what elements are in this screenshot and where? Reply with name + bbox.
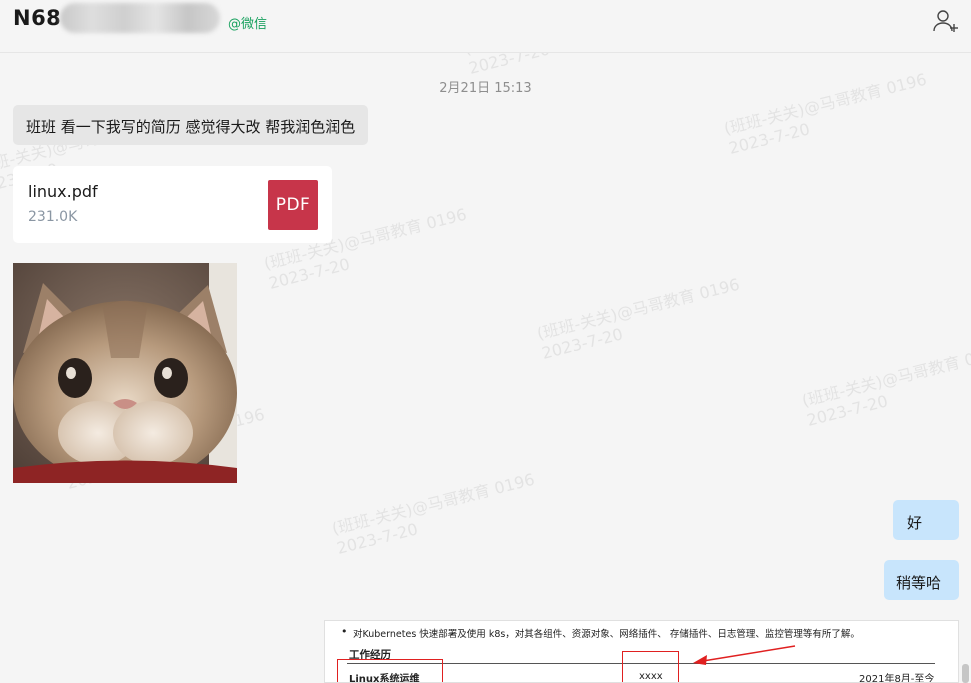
- chat-header: N68 @微信: [0, 0, 971, 53]
- watermark: (班班-关关)@马哥教育 01962023-7-20: [330, 469, 537, 558]
- annotation-box: [622, 651, 679, 682]
- annotation-box: [337, 659, 443, 682]
- cat-photo-image: [13, 263, 237, 483]
- cat-photo[interactable]: [13, 263, 237, 483]
- watermark: (班班-关关)@马哥教育 01962023-7-20: [535, 274, 742, 363]
- file-size: 231.0K: [28, 209, 78, 225]
- redacted-name-blur: [60, 3, 220, 33]
- message-bubble-outgoing[interactable]: 好: [893, 500, 959, 540]
- resume-bullet-text: 对Kubernetes 快速部署及使用 k8s，对其各组件、资源对象、网络插件、…: [341, 625, 860, 640]
- resume-screenshot[interactable]: 对Kubernetes 快速部署及使用 k8s，对其各组件、资源对象、网络插件、…: [324, 620, 959, 683]
- file-name: linux.pdf: [28, 182, 98, 201]
- chat-scrollbar[interactable]: [962, 664, 969, 683]
- file-attachment-card[interactable]: linux.pdf 231.0K PDF: [13, 166, 332, 243]
- resume-period: 2021年8月-至今: [859, 674, 935, 683]
- watermark: (班班-关关)@马哥教育 01962023-7-20: [800, 341, 971, 430]
- message-bubble-outgoing[interactable]: 稍等哈: [884, 560, 959, 600]
- annotation-arrow-icon: [693, 645, 796, 665]
- contact-name[interactable]: N68: [13, 6, 61, 30]
- add-user-icon[interactable]: [932, 9, 960, 33]
- pdf-file-icon: PDF: [268, 180, 318, 230]
- wechat-source-tag: @微信: [228, 17, 268, 32]
- message-bubble-incoming[interactable]: 班班 看一下我写的简历 感觉得大改 帮我润色润色: [13, 105, 369, 145]
- message-timestamp: 2月21日 15:13: [439, 81, 532, 96]
